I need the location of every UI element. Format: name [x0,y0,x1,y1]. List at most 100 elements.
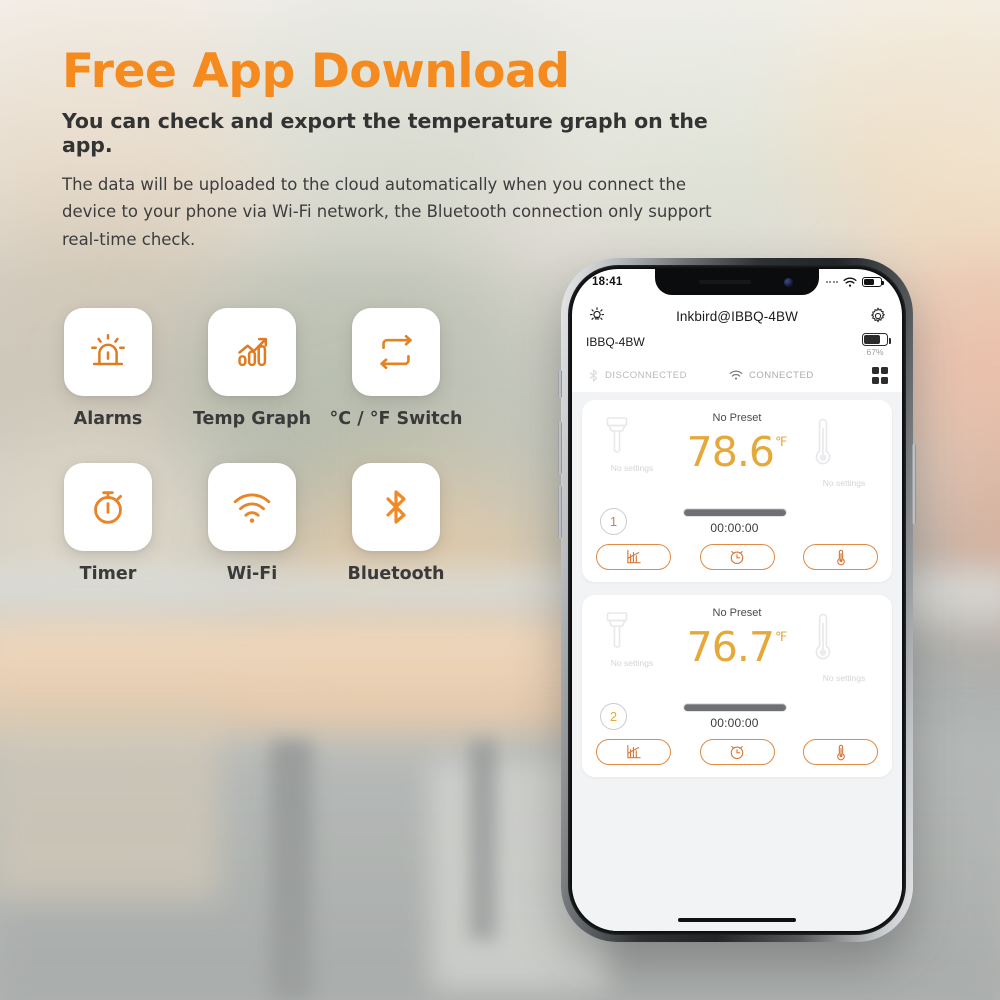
probe-card-mid: 2 00:00:00 [594,702,880,730]
feature-bluetooth[interactable]: Bluetooth [347,463,445,584]
device-battery: 67% [862,333,891,357]
probe-card-mid: 1 00:00:00 [594,507,880,535]
chart-button[interactable] [596,543,671,570]
feature-temp-graph[interactable]: Temp Graph [193,308,311,429]
feature-tile [352,463,440,551]
timer-value: 00:00:00 [710,520,759,535]
bluetooth-icon [588,368,599,383]
temperature-button[interactable] [803,738,878,765]
phone-volume-up-button[interactable] [558,422,562,474]
feature-wifi[interactable]: Wi-Fi [206,463,298,584]
temperature-unit: ℉ [774,433,788,449]
header-device-row: IBBQ-4BW 67% [586,333,891,363]
status-bar: 18:41 [572,269,902,295]
probe-right-label: No settings [822,672,866,683]
header-title-row: Inkbird@IBBQ-4BW [586,301,888,331]
phone-bezel: 18:41 Inkbird@IBBQ-4BW IBBQ-4BW 67% DISC… [568,265,906,935]
wifi-icon [229,487,275,527]
home-indicator[interactable] [678,918,796,922]
stopwatch-icon [85,484,131,530]
battery-percent: 67% [866,347,884,357]
app-header: Inkbird@IBBQ-4BW IBBQ-4BW 67% DISCONNECT… [572,295,902,392]
thermometer-icon [810,414,878,472]
status-time: 18:41 [592,276,623,288]
temperature-unit: ℉ [774,628,788,644]
status-indicators [825,277,884,288]
phone-volume-down-button[interactable] [558,486,562,538]
wifi-status[interactable]: CONNECTED [729,370,814,381]
feature-row-1: Alarms Temp Graph °C / °F Switch [62,308,532,429]
bar-chart-trend-icon [229,329,275,375]
phone-power-button[interactable] [912,444,916,524]
feature-tile [352,308,440,396]
phone-screen: 18:41 Inkbird@IBBQ-4BW IBBQ-4BW 67% DISC… [572,269,902,931]
signal-dots-icon [825,281,838,283]
feature-alarms[interactable]: Alarms [62,308,154,429]
wifi-icon [729,370,743,381]
feature-tile [64,463,152,551]
feature-label: Bluetooth [347,564,445,584]
bluetooth-icon [376,483,416,531]
feature-grid: Alarms Temp Graph °C / °F Switch Timer W… [62,308,532,584]
feature-tile [64,308,152,396]
probe-card-top: No settings No Preset 78.6 ℉ No settings [594,410,880,506]
alarm-button[interactable] [699,738,775,765]
timer-value: 00:00:00 [710,715,759,730]
probe-card-list: No settings No Preset 78.6 ℉ No settings… [572,391,902,931]
device-name: IBBQ-4BW [586,335,645,349]
app-title: Inkbird@IBBQ-4BW [676,308,798,324]
chart-button[interactable] [596,738,671,765]
probe-card[interactable]: No settings No Preset 76.7 ℉ No settings… [582,594,892,777]
thermometer-icon [832,548,850,566]
page-title: Free App Download [62,44,570,99]
probe-alarm-slot[interactable]: No settings [810,414,878,488]
wifi-status-label: CONNECTED [749,369,814,381]
status-wifi-icon [843,277,857,288]
probe-card[interactable]: No settings No Preset 78.6 ℉ No settings… [582,399,892,582]
temperature-value: 76.7 [686,622,775,671]
timer-progress-bar [682,702,787,712]
timer-block[interactable]: 00:00:00 [633,507,836,535]
timer-progress-bar [682,507,787,517]
temperature-value: 78.6 [686,427,775,476]
alarm-button[interactable] [699,543,775,570]
feature-label: °C / °F Switch [329,409,463,429]
probe-card-top: No settings No Preset 76.7 ℉ No settings [594,605,880,701]
connection-status-row: DISCONNECTED CONNECTED [586,367,888,392]
phone-mockup: 18:41 Inkbird@IBBQ-4BW IBBQ-4BW 67% DISC… [558,258,916,942]
probe-number: 2 [600,702,627,730]
bluetooth-status-label: DISCONNECTED [605,369,688,381]
alarm-clock-icon [728,743,746,761]
feature-label: Alarms [73,409,143,429]
page-description: The data will be uploaded to the cloud a… [62,174,712,250]
grid-menu-icon[interactable] [871,367,888,384]
feature-label: Wi-Fi [226,564,278,584]
lightbulb-icon[interactable] [586,305,620,327]
temperature-button[interactable] [803,543,878,570]
battery-icon [862,333,891,346]
status-battery-icon [862,277,884,287]
alarm-beacon-icon [85,329,131,375]
feature-row-2: Timer Wi-Fi Bluetooth [62,463,532,584]
thermometer-icon [810,609,878,667]
page-subtitle: You can check and export the temperature… [62,108,708,157]
probe-card-actions [594,738,880,765]
timer-block[interactable]: 00:00:00 [633,702,836,730]
feature-label: Timer [79,564,137,584]
feature-label: Temp Graph [192,409,312,429]
probe-card-actions [594,543,880,570]
probe-alarm-slot[interactable]: No settings [810,609,878,683]
headline-block: Free App Download You can check and expo… [62,44,762,254]
phone-silent-switch[interactable] [558,370,562,398]
feature-tile [208,463,296,551]
chart-icon [625,548,643,566]
chart-icon [625,743,643,761]
probe-number: 1 [600,507,627,535]
promo-banner: Free App Download You can check and expo… [0,0,1000,1000]
feature-tile [208,308,296,396]
feature-cf-switch[interactable]: °C / °F Switch [330,308,462,429]
gear-icon[interactable] [868,306,888,326]
thermometer-icon [832,743,850,761]
feature-timer[interactable]: Timer [62,463,154,584]
bluetooth-status[interactable]: DISCONNECTED [588,368,687,383]
